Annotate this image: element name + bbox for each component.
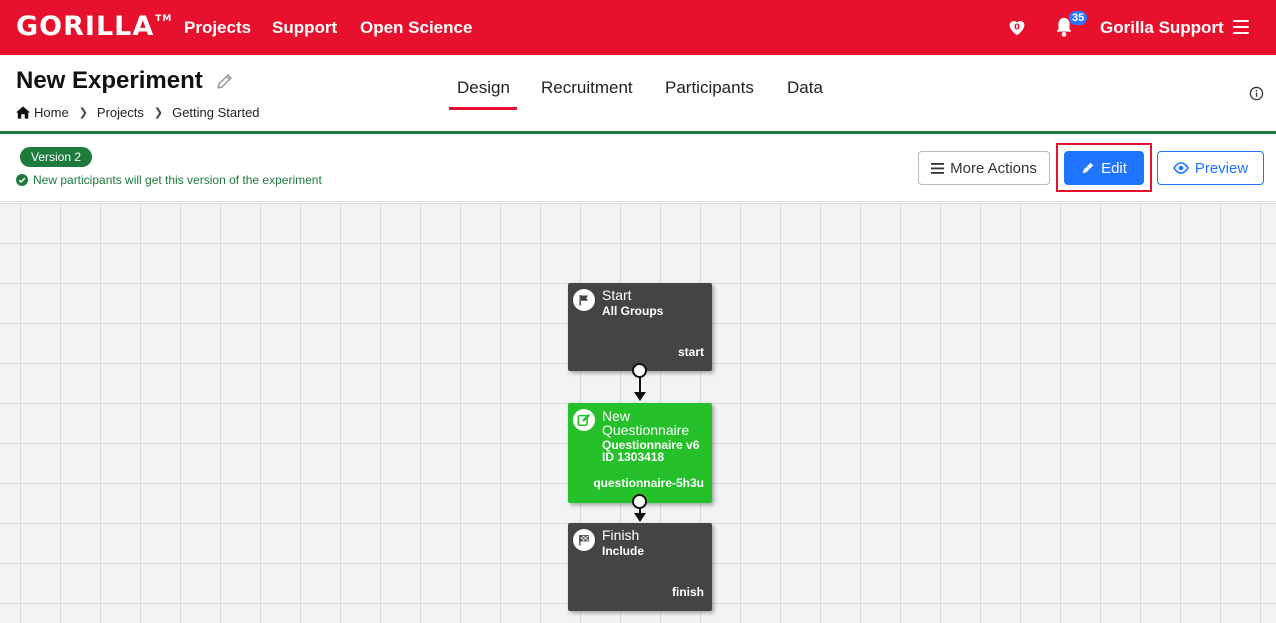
- version-bar: Version 2 New participants will get this…: [0, 137, 1276, 202]
- node-subtitle: All Groups: [602, 304, 664, 318]
- version-badge: Version 2: [20, 147, 93, 167]
- notification-badge: 35: [1069, 11, 1088, 25]
- breadcrumb-projects[interactable]: Projects: [97, 105, 144, 120]
- preview-button[interactable]: Preview: [1157, 151, 1264, 185]
- home-icon: [16, 106, 30, 119]
- hamburger-menu-icon[interactable]: [1233, 20, 1249, 34]
- output-port[interactable]: [632, 494, 647, 509]
- check-circle-icon: [16, 174, 28, 186]
- active-tab-indicator: [449, 107, 517, 110]
- experiment-tree-canvas[interactable]: Start All Groups start New Questionnaire…: [0, 203, 1276, 623]
- top-navbar: GORILLATM Projects Support Open Science …: [0, 0, 1276, 55]
- list-icon: [931, 162, 945, 174]
- connector-line: [639, 377, 641, 393]
- heart-icon[interactable]: 0: [1006, 16, 1028, 38]
- version-note-text: New participants will get this version o…: [33, 173, 322, 187]
- heart-count: 0: [1014, 21, 1020, 31]
- logo-trademark: TM: [155, 14, 173, 24]
- user-menu[interactable]: Gorilla Support: [1100, 18, 1224, 38]
- version-note: New participants will get this version o…: [16, 173, 322, 187]
- node-title-line2: Questionnaire: [602, 422, 690, 438]
- node-title-line1: New: [602, 408, 631, 424]
- nav-link-support[interactable]: Support: [272, 18, 337, 38]
- logo-text: GORILLA: [16, 11, 155, 42]
- eye-icon: [1172, 162, 1189, 174]
- preview-label: Preview: [1194, 159, 1249, 177]
- nav-link-open-science[interactable]: Open Science: [360, 18, 472, 38]
- breadcrumb-getting-started[interactable]: Getting Started: [172, 105, 259, 120]
- pencil-icon: [1082, 162, 1094, 174]
- tab-data[interactable]: Data: [787, 78, 823, 98]
- nav-link-projects[interactable]: Projects: [184, 18, 251, 38]
- edit-button[interactable]: Edit: [1064, 151, 1144, 185]
- tab-design[interactable]: Design: [457, 78, 510, 98]
- edit-label: Edit: [1101, 159, 1127, 177]
- flag-icon: [573, 289, 595, 311]
- page-title: New Experiment: [16, 67, 203, 94]
- node-key: start: [677, 345, 704, 359]
- checkered-flag-icon: [573, 529, 595, 551]
- node-key: finish: [672, 585, 704, 599]
- output-port[interactable]: [632, 363, 647, 378]
- node-questionnaire[interactable]: New Questionnaire Questionnaire v6 ID 13…: [568, 403, 712, 503]
- chevron-right-icon: ❯: [78, 107, 88, 119]
- tab-recruitment[interactable]: Recruitment: [541, 78, 633, 98]
- node-finish[interactable]: Finish Include finish: [568, 523, 712, 611]
- node-start[interactable]: Start All Groups start: [568, 283, 712, 371]
- arrowhead: [634, 513, 646, 522]
- node-subtitle: Include: [602, 544, 645, 558]
- more-actions-label: More Actions: [950, 159, 1037, 177]
- breadcrumb-home[interactable]: Home: [34, 105, 69, 120]
- experiment-header: New Experiment Home ❯ Projects ❯ Getting…: [0, 55, 1276, 134]
- node-title: Finish: [602, 527, 640, 543]
- breadcrumb: Home ❯ Projects ❯ Getting Started: [16, 105, 264, 120]
- gorilla-logo[interactable]: GORILLATM: [16, 11, 172, 42]
- info-icon[interactable]: [1249, 86, 1264, 101]
- chevron-right-icon: ❯: [153, 107, 164, 119]
- node-title: Start: [602, 287, 632, 303]
- arrowhead: [634, 392, 646, 401]
- node-id: ID 1303418: [602, 450, 665, 464]
- edit-square-icon: [573, 409, 595, 431]
- tab-participants[interactable]: Participants: [665, 78, 754, 98]
- rename-pencil-icon[interactable]: [216, 72, 234, 90]
- node-key: questionnaire-5h3u: [593, 476, 704, 490]
- more-actions-button[interactable]: More Actions: [918, 151, 1050, 185]
